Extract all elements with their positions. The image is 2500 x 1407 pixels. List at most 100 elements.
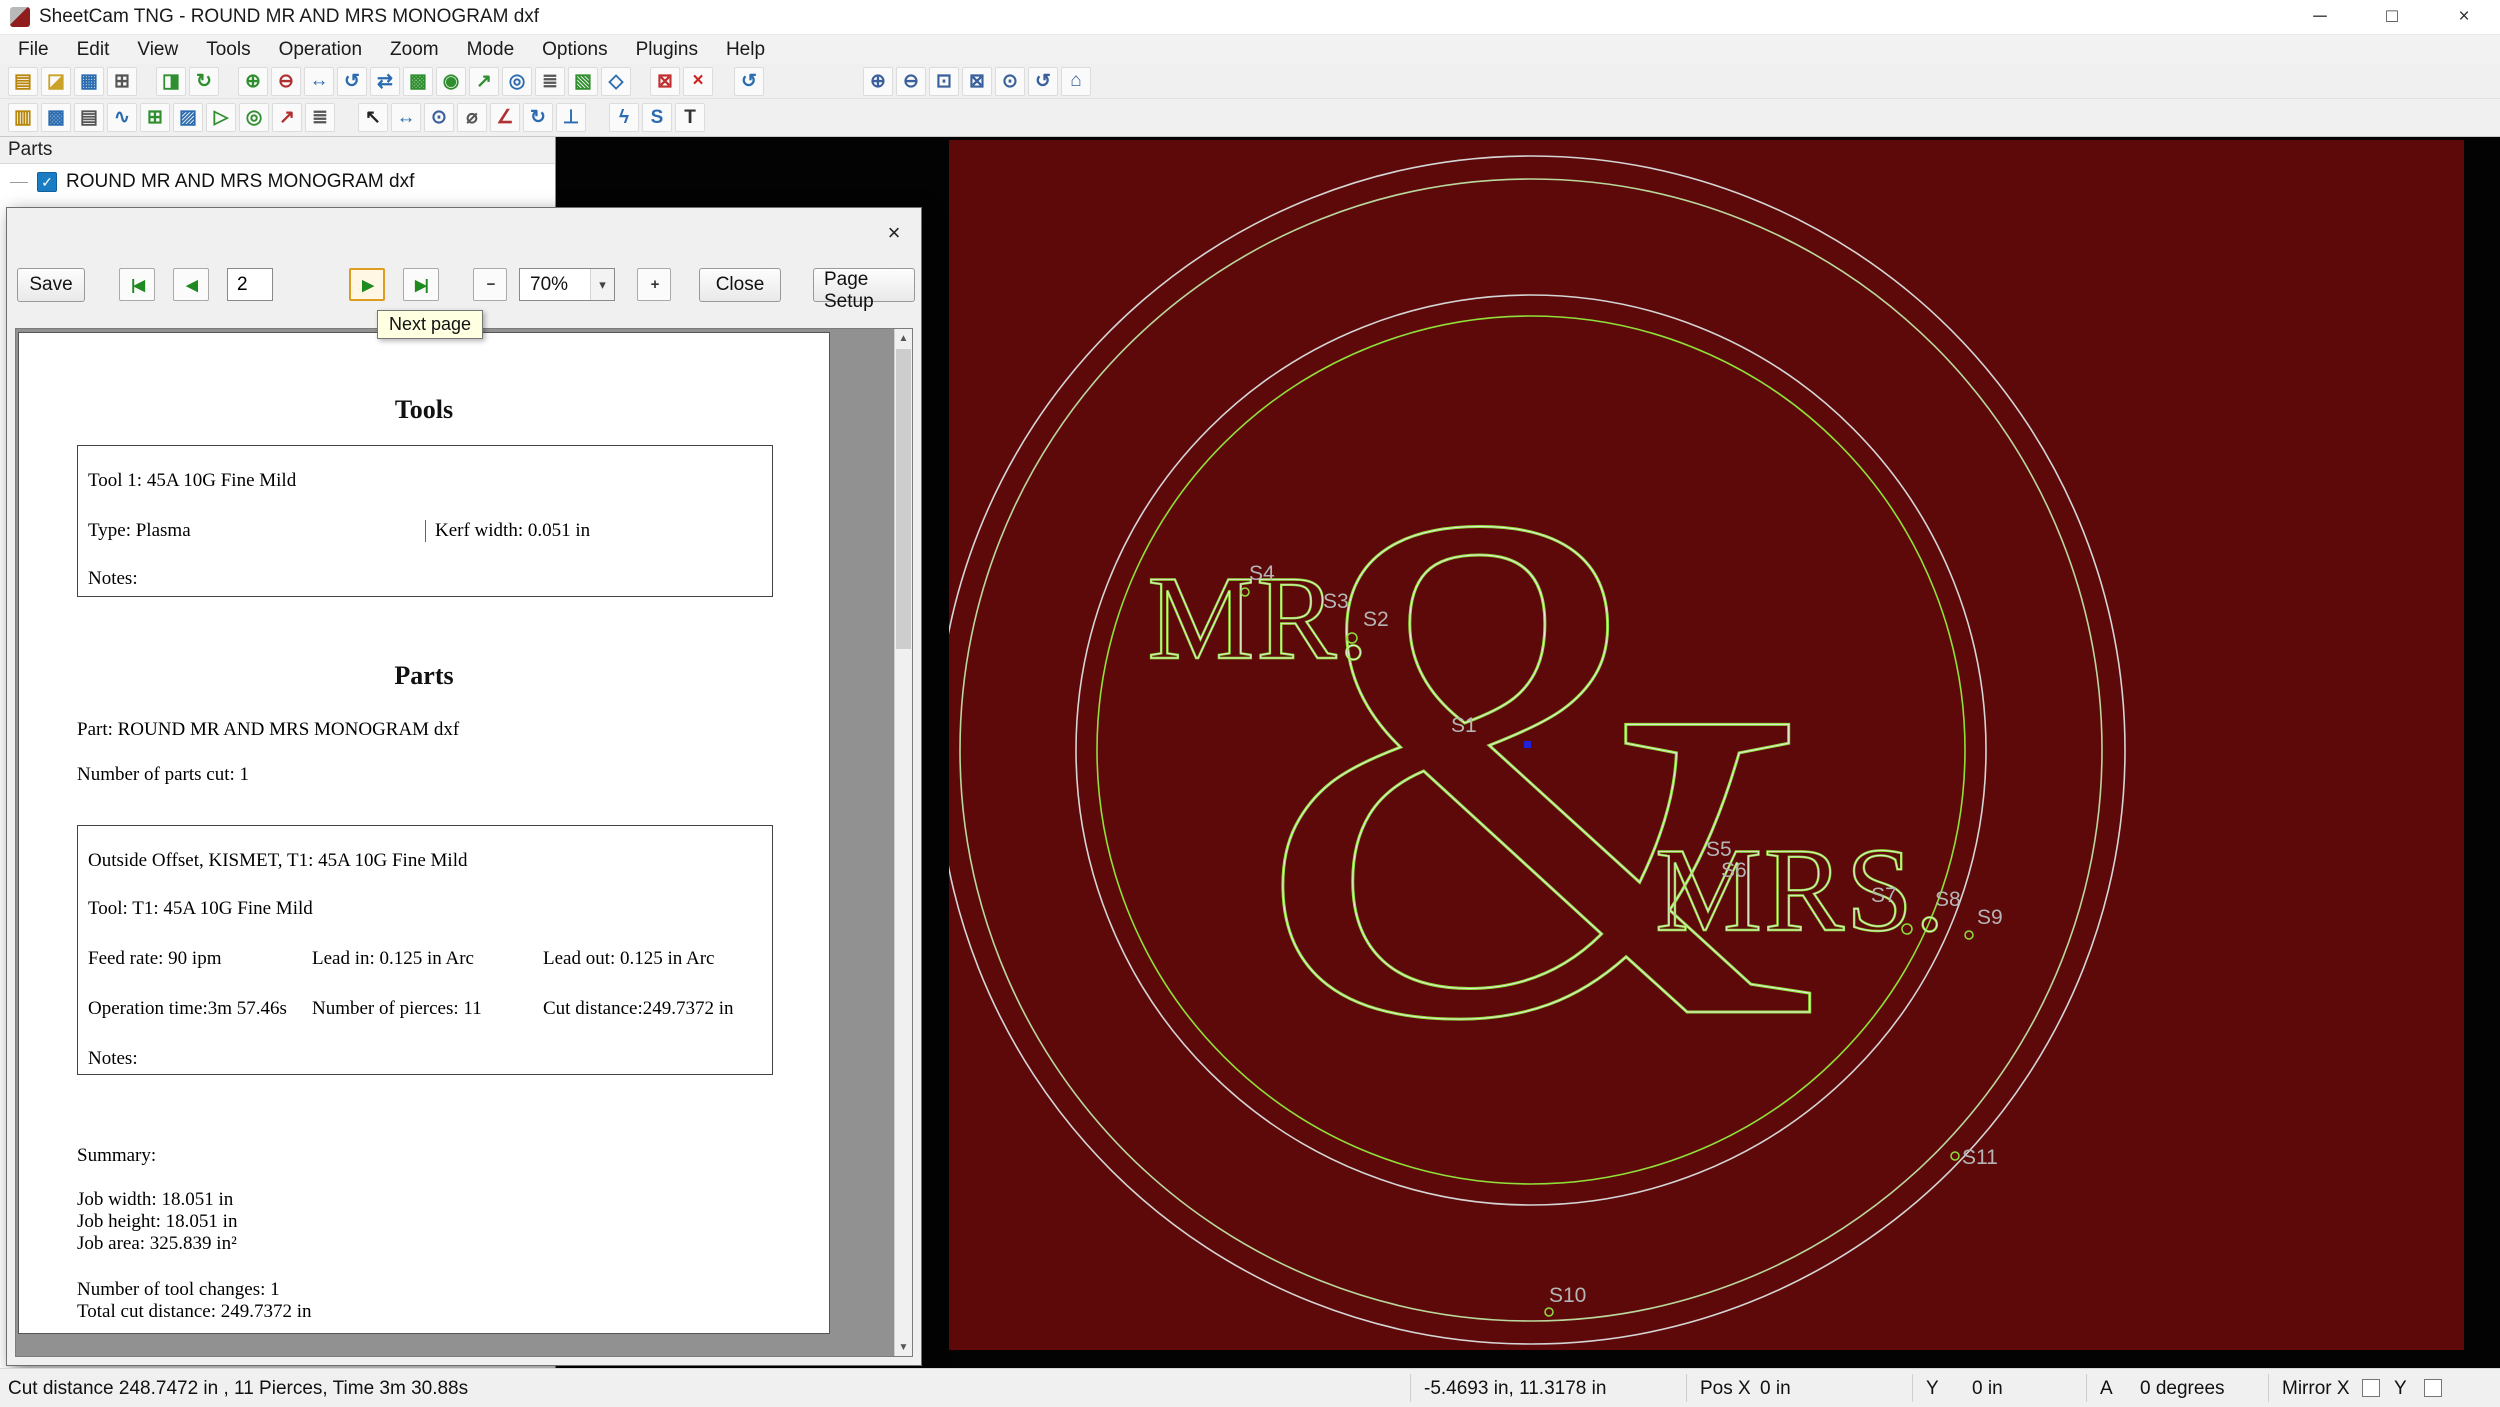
menu-item[interactable]: Plugins — [622, 35, 712, 64]
rotate-tool-icon[interactable]: ↻ — [523, 103, 553, 132]
zoom-tool-icon[interactable]: ⊙ — [424, 103, 454, 132]
cut-direction-icon[interactable]: ↗ — [469, 67, 499, 96]
tool-table-icon[interactable]: ⊞ — [140, 103, 170, 132]
window-controls: ─ □ × — [2284, 0, 2500, 34]
import-drawing-icon[interactable]: ◨ — [156, 67, 186, 96]
ampersand-kerf-path: & — [1255, 361, 1823, 1170]
position-marker — [1524, 741, 1531, 748]
cut-order-icon[interactable]: ≣ — [535, 67, 565, 96]
pierce-label: S1 — [1451, 714, 1477, 737]
move-part-icon[interactable]: ↔ — [304, 67, 334, 96]
part-tree-item[interactable]: ✓ ROUND MR AND MRS MONOGRAM dxf — [0, 164, 555, 200]
status-bar: Cut distance 248.7472 in , 11 Pierces, T… — [0, 1368, 2500, 1407]
summary-label: Summary: — [77, 1145, 156, 1167]
menu-item[interactable]: Mode — [453, 35, 529, 64]
zoom-out-button[interactable]: − — [473, 268, 507, 301]
abort-icon[interactable]: × — [683, 67, 713, 96]
scroll-up-icon[interactable]: ▲ — [895, 329, 912, 347]
mirror-y-checkbox[interactable] — [2424, 1379, 2442, 1397]
pos-x-value: 0 in — [1760, 1378, 1791, 1400]
mirror-part-icon[interactable]: ⇄ — [370, 67, 400, 96]
nest-parts-icon[interactable]: ▧ — [568, 67, 598, 96]
select-tool-icon[interactable]: ↖ — [358, 103, 388, 132]
scroll-down-icon[interactable]: ▼ — [895, 1338, 912, 1356]
save-button[interactable]: Save — [17, 268, 85, 302]
mirror-x-checkbox[interactable] — [2362, 1379, 2380, 1397]
preview-page: Tools Tool 1: 45A 10G Fine Mild Type: Pl… — [18, 332, 830, 1334]
preview-scrollbar[interactable]: ▲ ▼ — [894, 329, 912, 1356]
tool-line: Tool 1: 45A 10G Fine Mild — [88, 470, 296, 492]
pan-tool-icon[interactable]: ↔ — [391, 103, 421, 132]
zoom-in-button[interactable]: + — [637, 268, 671, 301]
contour-rules-icon[interactable]: ∿ — [107, 103, 137, 132]
close-window-button[interactable]: × — [2428, 0, 2500, 34]
undo-icon[interactable]: ↺ — [734, 67, 764, 96]
offset-path-icon[interactable]: ◎ — [502, 67, 532, 96]
menu-item[interactable]: Help — [712, 35, 779, 64]
print-icon[interactable]: ⊞ — [107, 67, 137, 96]
reload-drawing-icon[interactable]: ↻ — [189, 67, 219, 96]
angle-label: A — [2100, 1378, 2113, 1400]
post-processor-icon[interactable]: ▨ — [173, 103, 203, 132]
menu-item[interactable]: Tools — [192, 35, 264, 64]
menu-item[interactable]: Zoom — [376, 35, 453, 64]
layers-icon[interactable]: ▥ — [8, 103, 38, 132]
array-part-icon[interactable]: ▩ — [403, 67, 433, 96]
snap-tool-icon[interactable]: ⊥ — [556, 103, 586, 132]
zoom-extents-icon[interactable]: ⊠ — [962, 67, 992, 96]
run-post-icon[interactable]: ▷ — [206, 103, 236, 132]
operation-title-line: Outside Offset, KISMET, T1: 45A 10G Fine… — [88, 850, 467, 872]
delete-contour-icon[interactable]: ⊠ — [650, 67, 680, 96]
text-tool-icon[interactable]: T — [675, 103, 705, 132]
show-rapids-icon[interactable]: ↗ — [272, 103, 302, 132]
zoom-part-icon[interactable]: ⊙ — [995, 67, 1025, 96]
part-visibility-checkbox[interactable]: ✓ — [37, 172, 57, 192]
last-page-button[interactable]: ▶| — [403, 268, 439, 301]
show-paths-icon[interactable]: ◎ — [239, 103, 269, 132]
close-preview-button[interactable]: Close — [699, 268, 781, 302]
edit-part-icon[interactable]: ◇ — [601, 67, 631, 96]
menu-item[interactable]: View — [123, 35, 192, 64]
first-page-button[interactable]: |◀ — [119, 268, 155, 301]
page-number-input[interactable] — [227, 268, 273, 301]
job-width-line: Job width: 18.051 in — [77, 1189, 233, 1211]
menu-item[interactable]: Operation — [265, 35, 376, 64]
angle-tool-icon[interactable]: ∠ — [490, 103, 520, 132]
menu-item[interactable]: File — [4, 35, 63, 64]
next-page-button[interactable]: ▶ — [349, 268, 385, 301]
tool-type-line: Type: Plasma — [88, 520, 191, 542]
menu-item[interactable]: Options — [528, 35, 621, 64]
kerf-width-line: Kerf width: 0.051 in — [425, 520, 590, 542]
window-titlebar: SheetCam TNG - ROUND MR AND MRS MONOGRAM… — [0, 0, 2500, 35]
zoom-level-select[interactable]: 70% ▾ — [519, 268, 615, 301]
zoom-out-icon[interactable]: ⊖ — [896, 67, 926, 96]
simulate-icon[interactable]: ϟ — [609, 103, 639, 132]
job-options-icon[interactable]: ▤ — [74, 103, 104, 132]
toolpath-view: & & MR. MR. MRS. MRS. S1 S2 S3 S4 S5 S6 … — [949, 140, 2464, 1350]
rotate-part-icon[interactable]: ↺ — [337, 67, 367, 96]
zoom-in-icon[interactable]: ⊕ — [863, 67, 893, 96]
previous-page-button[interactable]: ◀ — [173, 268, 209, 301]
tool-info-box: Tool 1: 45A 10G Fine Mild Type: Plasma K… — [77, 445, 773, 597]
spot-tool-icon[interactable]: S — [642, 103, 672, 132]
scrollbar-thumb[interactable] — [896, 349, 911, 649]
dialog-close-icon[interactable]: × — [877, 218, 911, 248]
preview-controls: Save |◀ ◀ ▶ ▶| − 70% ▾ + Close Page Setu… — [7, 264, 921, 308]
new-job-icon[interactable]: ▤ — [8, 67, 38, 96]
remove-part-icon[interactable]: ⊖ — [271, 67, 301, 96]
pan-view-icon[interactable]: ⌂ — [1061, 67, 1091, 96]
add-part-icon[interactable]: ⊕ — [238, 67, 268, 96]
open-job-icon[interactable]: ◪ — [41, 67, 71, 96]
material-icon[interactable]: ▩ — [41, 103, 71, 132]
measure-tool-icon[interactable]: ⌀ — [457, 103, 487, 132]
zoom-window-icon[interactable]: ⊡ — [929, 67, 959, 96]
menu-item[interactable]: Edit — [63, 35, 124, 64]
maximize-button[interactable]: □ — [2356, 0, 2428, 34]
show-numbers-icon[interactable]: ≣ — [305, 103, 335, 132]
pierce-label: S5 — [1706, 838, 1732, 861]
minimize-button[interactable]: ─ — [2284, 0, 2356, 34]
start-point-icon[interactable]: ◉ — [436, 67, 466, 96]
page-setup-button[interactable]: Page Setup — [813, 268, 915, 302]
zoom-previous-icon[interactable]: ↺ — [1028, 67, 1058, 96]
save-job-icon[interactable]: ▦ — [74, 67, 104, 96]
